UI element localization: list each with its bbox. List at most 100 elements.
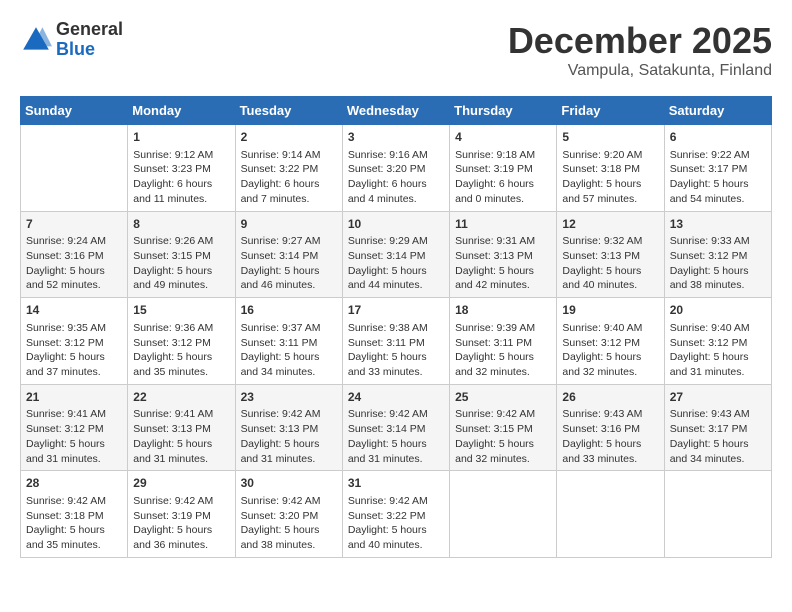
cell-content: Sunrise: 9:37 AM Sunset: 3:11 PM Dayligh… <box>241 321 337 380</box>
day-number: 26 <box>562 389 658 406</box>
cell-content: Sunrise: 9:22 AM Sunset: 3:17 PM Dayligh… <box>670 148 766 207</box>
cell-content: Sunrise: 9:14 AM Sunset: 3:22 PM Dayligh… <box>241 148 337 207</box>
column-header-thursday: Thursday <box>450 97 557 125</box>
calendar-cell: 9Sunrise: 9:27 AM Sunset: 3:14 PM Daylig… <box>235 211 342 298</box>
day-number: 22 <box>133 389 229 406</box>
cell-content: Sunrise: 9:31 AM Sunset: 3:13 PM Dayligh… <box>455 234 551 293</box>
calendar-cell <box>664 471 771 558</box>
cell-content: Sunrise: 9:35 AM Sunset: 3:12 PM Dayligh… <box>26 321 122 380</box>
day-number: 5 <box>562 129 658 146</box>
calendar-week-row: 28 Sunrise: 9:42 AM Sunset: 3:18 PM Dayli… <box>21 471 772 558</box>
day-number: 28 <box>26 475 122 492</box>
cell-content: Sunrise: 9:39 AM Sunset: 3:11 PM Dayligh… <box>455 321 551 380</box>
day-number: 11 <box>455 216 551 233</box>
cell-content: Sunrise: 9:16 AM Sunset: 3:20 PM Dayligh… <box>348 148 444 207</box>
logo: General Blue <box>20 20 123 60</box>
cell-content: Sunrise: 9:42 AM Sunset: 3:13 PM Dayligh… <box>241 407 337 466</box>
day-number: 9 <box>241 216 337 233</box>
day-number: 16 <box>241 302 337 319</box>
calendar-week-row: 14 Sunrise: 9:35 AM Sunset: 3:12 PM Dayli… <box>21 298 772 385</box>
cell-content: Sunrise: 9:42 AM Sunset: 3:15 PM Dayligh… <box>455 407 551 466</box>
calendar-cell: 11Sunrise: 9:31 AM Sunset: 3:13 PM Dayli… <box>450 211 557 298</box>
calendar-cell: 1 Sunrise: 9:12 AM Sunset: 3:23 PM Daylig… <box>128 125 235 212</box>
logo-blue-text: Blue <box>56 39 95 59</box>
calendar-cell: 15Sunrise: 9:36 AM Sunset: 3:12 PM Dayli… <box>128 298 235 385</box>
calendar-week-row: 7Sunrise: 9:24 AM Sunset: 3:16 PM Daylig… <box>21 211 772 298</box>
calendar-cell: 27Sunrise: 9:43 AM Sunset: 3:17 PM Dayli… <box>664 384 771 471</box>
day-number: 1 <box>133 129 229 146</box>
day-number: 14 <box>26 302 122 319</box>
cell-content: Sunrise: 9:27 AM Sunset: 3:14 PM Dayligh… <box>241 234 337 293</box>
page-header: General Blue December 2025 Vampula, Sata… <box>20 20 772 80</box>
calendar-cell: 18 Sunrise: 9:39 AM Sunset: 3:11 PM Dayli… <box>450 298 557 385</box>
cell-content: Sunrise: 9:33 AM Sunset: 3:12 PM Dayligh… <box>670 234 766 293</box>
day-number: 18 <box>455 302 551 319</box>
calendar-week-row: 1 Sunrise: 9:12 AM Sunset: 3:23 PM Daylig… <box>21 125 772 212</box>
calendar-cell: 12Sunrise: 9:32 AM Sunset: 3:13 PM Dayli… <box>557 211 664 298</box>
calendar-cell: 4 Sunrise: 9:18 AM Sunset: 3:19 PM Daylig… <box>450 125 557 212</box>
calendar-cell: 19Sunrise: 9:40 AM Sunset: 3:12 PM Dayli… <box>557 298 664 385</box>
day-number: 21 <box>26 389 122 406</box>
month-title: December 2025 <box>508 20 772 62</box>
calendar-cell: 30Sunrise: 9:42 AM Sunset: 3:20 PM Dayli… <box>235 471 342 558</box>
column-header-saturday: Saturday <box>664 97 771 125</box>
calendar-cell: 25Sunrise: 9:42 AM Sunset: 3:15 PM Dayli… <box>450 384 557 471</box>
cell-content: Sunrise: 9:41 AM Sunset: 3:12 PM Dayligh… <box>26 407 122 466</box>
cell-content: Sunrise: 9:29 AM Sunset: 3:14 PM Dayligh… <box>348 234 444 293</box>
calendar-cell <box>450 471 557 558</box>
calendar-cell: 26Sunrise: 9:43 AM Sunset: 3:16 PM Dayli… <box>557 384 664 471</box>
day-number: 29 <box>133 475 229 492</box>
calendar-cell: 17 Sunrise: 9:38 AM Sunset: 3:11 PM Dayli… <box>342 298 449 385</box>
calendar-cell <box>21 125 128 212</box>
calendar-cell: 22Sunrise: 9:41 AM Sunset: 3:13 PM Dayli… <box>128 384 235 471</box>
calendar-cell: 3Sunrise: 9:16 AM Sunset: 3:20 PM Daylig… <box>342 125 449 212</box>
calendar-cell: 16 Sunrise: 9:37 AM Sunset: 3:11 PM Dayli… <box>235 298 342 385</box>
calendar-cell: 5 Sunrise: 9:20 AM Sunset: 3:18 PM Daylig… <box>557 125 664 212</box>
cell-content: Sunrise: 9:43 AM Sunset: 3:16 PM Dayligh… <box>562 407 658 466</box>
day-number: 30 <box>241 475 337 492</box>
cell-content: Sunrise: 9:12 AM Sunset: 3:23 PM Dayligh… <box>133 148 229 207</box>
calendar-cell: 28 Sunrise: 9:42 AM Sunset: 3:18 PM Dayli… <box>21 471 128 558</box>
column-header-sunday: Sunday <box>21 97 128 125</box>
day-number: 27 <box>670 389 766 406</box>
cell-content: Sunrise: 9:40 AM Sunset: 3:12 PM Dayligh… <box>670 321 766 380</box>
cell-content: Sunrise: 9:24 AM Sunset: 3:16 PM Dayligh… <box>26 234 122 293</box>
column-header-monday: Monday <box>128 97 235 125</box>
calendar-cell <box>557 471 664 558</box>
calendar-cell: 31 Sunrise: 9:42 AM Sunset: 3:22 PM Dayli… <box>342 471 449 558</box>
day-number: 2 <box>241 129 337 146</box>
cell-content: Sunrise: 9:43 AM Sunset: 3:17 PM Dayligh… <box>670 407 766 466</box>
day-number: 19 <box>562 302 658 319</box>
cell-content: Sunrise: 9:42 AM Sunset: 3:14 PM Dayligh… <box>348 407 444 466</box>
calendar-header-row: SundayMondayTuesdayWednesdayThursdayFrid… <box>21 97 772 125</box>
calendar-cell: 24Sunrise: 9:42 AM Sunset: 3:14 PM Dayli… <box>342 384 449 471</box>
logo-icon <box>20 24 52 56</box>
calendar-cell: 21Sunrise: 9:41 AM Sunset: 3:12 PM Dayli… <box>21 384 128 471</box>
cell-content: Sunrise: 9:42 AM Sunset: 3:18 PM Dayligh… <box>26 494 122 553</box>
cell-content: Sunrise: 9:38 AM Sunset: 3:11 PM Dayligh… <box>348 321 444 380</box>
logo-general-text: General <box>56 19 123 39</box>
day-number: 12 <box>562 216 658 233</box>
day-number: 20 <box>670 302 766 319</box>
day-number: 13 <box>670 216 766 233</box>
day-number: 10 <box>348 216 444 233</box>
calendar-cell: 6 Sunrise: 9:22 AM Sunset: 3:17 PM Daylig… <box>664 125 771 212</box>
day-number: 31 <box>348 475 444 492</box>
calendar-cell: 23Sunrise: 9:42 AM Sunset: 3:13 PM Dayli… <box>235 384 342 471</box>
column-header-tuesday: Tuesday <box>235 97 342 125</box>
calendar-cell: 7Sunrise: 9:24 AM Sunset: 3:16 PM Daylig… <box>21 211 128 298</box>
location-subtitle: Vampula, Satakunta, Finland <box>508 62 772 80</box>
day-number: 24 <box>348 389 444 406</box>
cell-content: Sunrise: 9:20 AM Sunset: 3:18 PM Dayligh… <box>562 148 658 207</box>
calendar-cell: 29Sunrise: 9:42 AM Sunset: 3:19 PM Dayli… <box>128 471 235 558</box>
cell-content: Sunrise: 9:32 AM Sunset: 3:13 PM Dayligh… <box>562 234 658 293</box>
day-number: 4 <box>455 129 551 146</box>
day-number: 6 <box>670 129 766 146</box>
cell-content: Sunrise: 9:42 AM Sunset: 3:22 PM Dayligh… <box>348 494 444 553</box>
calendar-cell: 10Sunrise: 9:29 AM Sunset: 3:14 PM Dayli… <box>342 211 449 298</box>
day-number: 17 <box>348 302 444 319</box>
title-block: December 2025 Vampula, Satakunta, Finlan… <box>508 20 772 80</box>
cell-content: Sunrise: 9:18 AM Sunset: 3:19 PM Dayligh… <box>455 148 551 207</box>
cell-content: Sunrise: 9:36 AM Sunset: 3:12 PM Dayligh… <box>133 321 229 380</box>
day-number: 23 <box>241 389 337 406</box>
